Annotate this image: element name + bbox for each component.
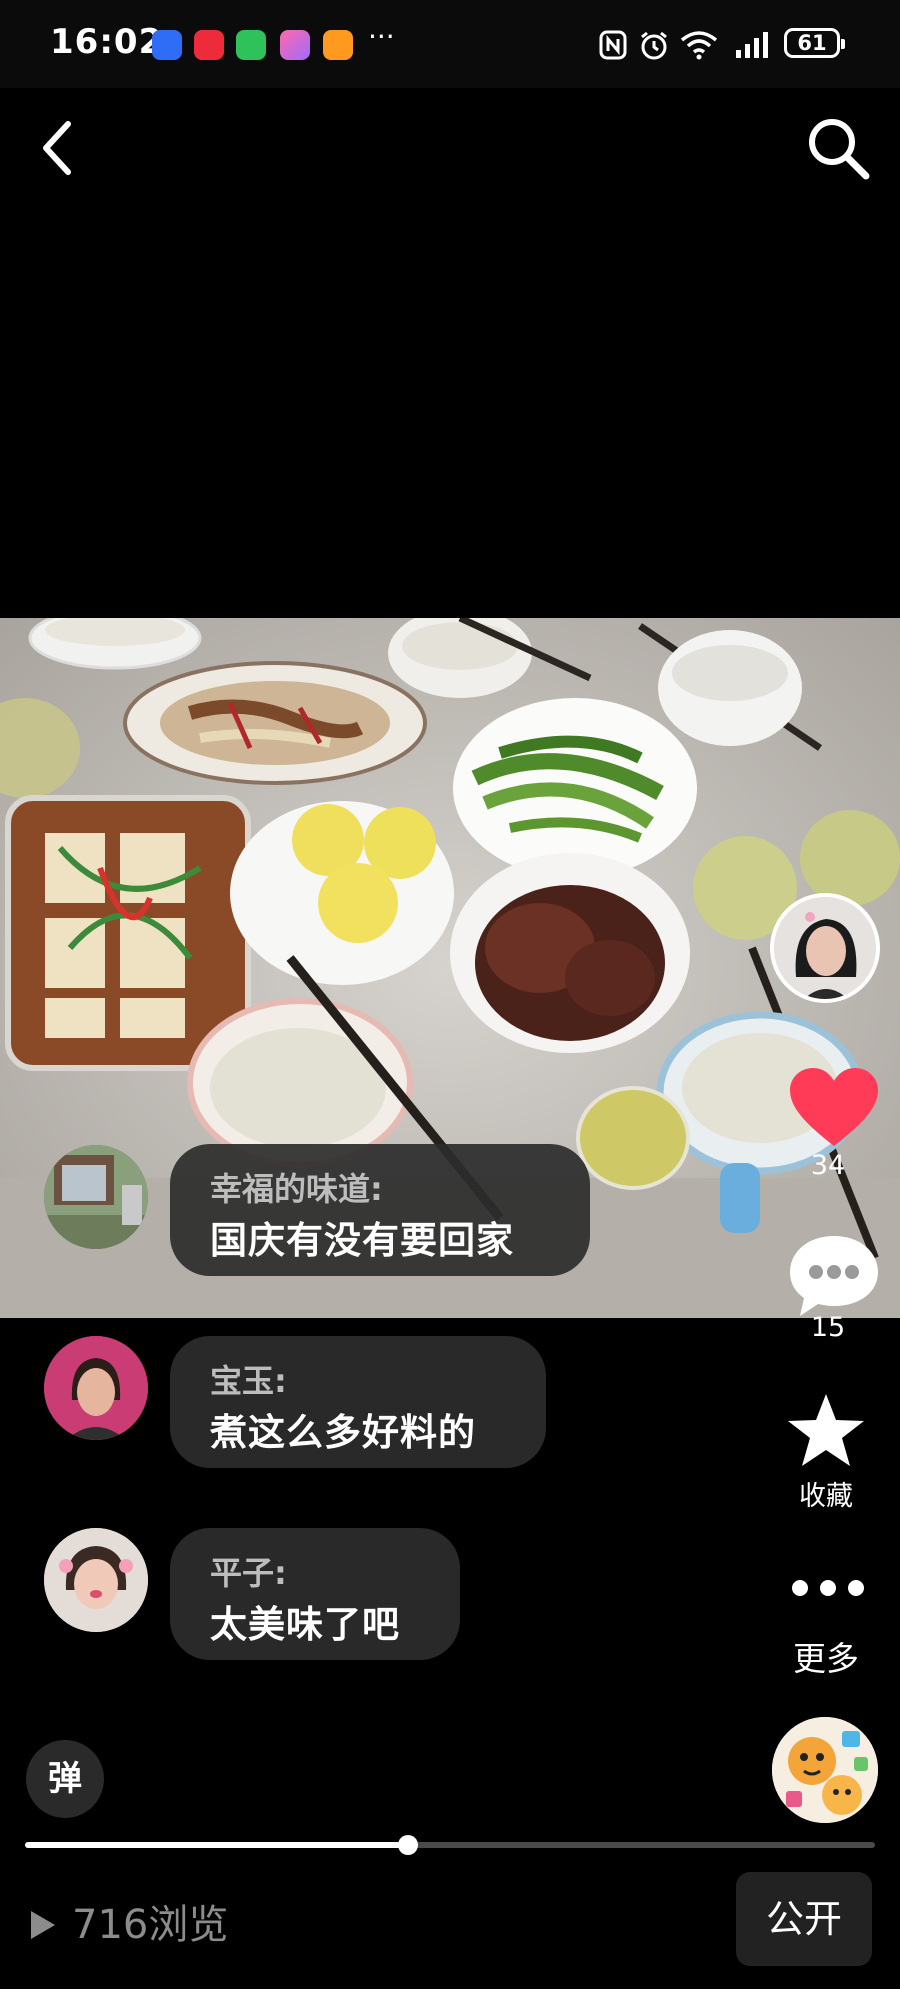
comment-avatar[interactable] <box>44 1336 148 1440</box>
progress-fill <box>25 1842 408 1848</box>
danmaku-toggle-button[interactable]: 弹 <box>26 1740 104 1818</box>
comment-bubble: 平子: 太美味了吧 <box>170 1528 460 1660</box>
wifi-icon <box>680 31 718 60</box>
nfc-icon <box>599 30 627 60</box>
favorite-star-icon[interactable] <box>786 1392 866 1468</box>
author-avatar[interactable] <box>770 893 880 1003</box>
tiger-sticker-icon <box>772 1717 878 1823</box>
more-label[interactable]: 更多 <box>776 1632 876 1680</box>
alarm-icon <box>641 31 667 60</box>
gallery-notification-icon <box>280 30 310 60</box>
comment-avatar-image <box>44 1336 148 1440</box>
comment-text: 太美味了吧 <box>210 1603 400 1646</box>
comment-avatar[interactable] <box>44 1145 148 1249</box>
play-icon <box>31 1911 55 1939</box>
comment-bubble: 宝玉: 煮这么多好料的 <box>170 1336 546 1468</box>
status-bar: 16:02 ··· 61 <box>0 0 900 88</box>
search-icon[interactable] <box>800 110 875 185</box>
phone-notification-icon <box>236 30 266 60</box>
favorite-label[interactable]: 收藏 <box>776 1474 876 1513</box>
battery-indicator: 61 <box>784 28 845 58</box>
like-count: 34 <box>810 1150 846 1181</box>
view-count-text: 716浏览 <box>72 1902 229 1948</box>
sticker-button[interactable] <box>772 1717 878 1823</box>
comment-username: 宝玉: <box>210 1362 287 1400</box>
author-avatar-image <box>774 897 876 999</box>
more-dots-icon[interactable] <box>790 1578 866 1598</box>
like-button[interactable] <box>786 1066 882 1150</box>
signal-icon <box>736 32 768 58</box>
view-count: 716浏览 <box>28 1892 228 1950</box>
xiaohongshu-notification-icon <box>194 30 224 60</box>
public-button[interactable]: 公开 <box>736 1872 872 1966</box>
progress-thumb[interactable] <box>397 1835 418 1855</box>
comment-bubble: 幸福的味道: 国庆有没有要回家 <box>170 1144 590 1276</box>
reading-notification-icon <box>323 30 353 60</box>
status-time: 16:02 <box>50 22 164 62</box>
back-button[interactable] <box>30 110 90 185</box>
comment-avatar-image <box>44 1145 148 1249</box>
comment-text: 国庆有没有要回家 <box>210 1219 514 1262</box>
comment-text: 煮这么多好料的 <box>210 1411 476 1454</box>
progress-bar[interactable] <box>25 1835 875 1855</box>
comment-username: 幸福的味道: <box>210 1170 383 1208</box>
app-notification-icon <box>152 30 182 60</box>
comment-avatar[interactable] <box>44 1528 148 1632</box>
comment-username: 平子: <box>210 1554 287 1592</box>
comment-avatar-image <box>44 1528 148 1632</box>
more-notifications-icon: ··· <box>368 20 395 53</box>
comment-button[interactable] <box>786 1232 882 1318</box>
comment-count: 15 <box>810 1312 846 1343</box>
